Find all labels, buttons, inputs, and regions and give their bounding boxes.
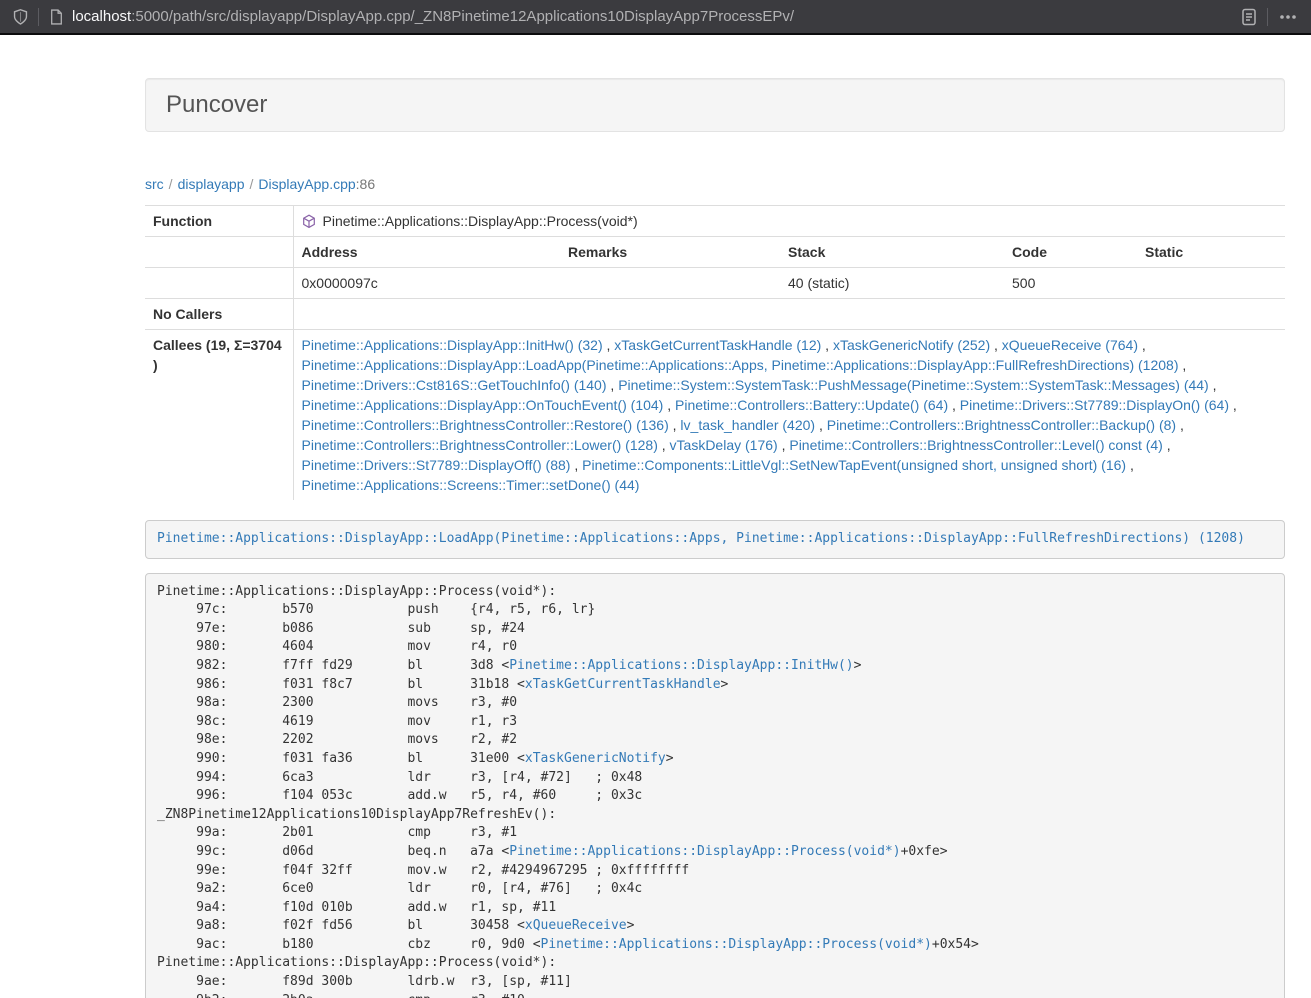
column-header-remarks: Remarks bbox=[560, 237, 780, 268]
empty-cell bbox=[145, 237, 293, 268]
stats-row: 0x0000097c 40 (static)500 bbox=[145, 268, 1285, 299]
callee-separator: , bbox=[570, 457, 582, 473]
stat-code: 500 bbox=[1004, 268, 1137, 299]
stat-remarks bbox=[560, 268, 780, 299]
callee-separator: , bbox=[990, 337, 1002, 353]
stat-static bbox=[1137, 268, 1285, 299]
callee-link[interactable]: Pinetime::Controllers::BrightnessControl… bbox=[789, 437, 1162, 453]
column-header-address: Address bbox=[293, 237, 560, 268]
column-header-static: Static bbox=[1137, 237, 1285, 268]
code-symbol-link[interactable]: xTaskGetCurrentTaskHandle bbox=[525, 677, 721, 692]
callee-link[interactable]: Pinetime::Applications::Screens::Timer::… bbox=[302, 477, 640, 493]
code-symbol-link[interactable]: Pinetime::Applications::DisplayApp::Proc… bbox=[541, 937, 932, 952]
symbol-cube-icon bbox=[302, 214, 316, 229]
url-path: :5000/path/src/displayapp/DisplayApp.cpp… bbox=[131, 8, 794, 25]
line-number: :86 bbox=[356, 176, 375, 192]
callee-separator: , bbox=[778, 437, 790, 453]
callee-link[interactable]: Pinetime::Drivers::St7789::DisplayOn() (… bbox=[960, 397, 1229, 413]
breadcrumb: src/displayapp/DisplayApp.cpp:86 bbox=[145, 174, 1285, 194]
function-label: Function bbox=[145, 206, 293, 237]
callee-separator: , bbox=[658, 437, 670, 453]
code-symbol-link[interactable]: xQueueReceive bbox=[525, 918, 627, 933]
breadcrumb-item-file[interactable]: DisplayApp.cpp bbox=[258, 176, 355, 192]
stat-stack: 40 (static) bbox=[780, 268, 1004, 299]
callee-separator: , bbox=[663, 397, 675, 413]
reader-mode-icon[interactable] bbox=[1240, 7, 1258, 27]
callee-link[interactable]: Pinetime::Drivers::St7789::DisplayOff() … bbox=[302, 457, 571, 473]
callee-link[interactable]: Pinetime::Drivers::Cst816S::GetTouchInfo… bbox=[302, 377, 607, 393]
page-icon bbox=[50, 9, 63, 25]
callee-link[interactable]: xQueueReceive (764) bbox=[1002, 337, 1138, 353]
callee-link[interactable]: lv_task_handler (420) bbox=[680, 417, 815, 433]
callee-link[interactable]: xTaskGetCurrentTaskHandle (12) bbox=[614, 337, 821, 353]
callee-link[interactable]: Pinetime::Controllers::BrightnessControl… bbox=[302, 437, 658, 453]
no-callers-row: No Callers bbox=[145, 299, 1285, 330]
callee-separator: , bbox=[669, 417, 681, 433]
code-symbol-link[interactable]: Pinetime::Applications::DisplayApp::Proc… bbox=[509, 844, 900, 859]
ellipsis-menu-icon[interactable] bbox=[1277, 8, 1299, 26]
callee-link[interactable]: Pinetime::Applications::DisplayApp::Init… bbox=[302, 337, 603, 353]
callee-separator: , bbox=[603, 337, 615, 353]
callee-separator: , bbox=[815, 417, 827, 433]
column-header-code: Code bbox=[1004, 237, 1137, 268]
callee-link[interactable]: vTaskDelay (176) bbox=[670, 437, 778, 453]
callee-separator: , bbox=[948, 397, 960, 413]
app-header-panel: Puncover bbox=[145, 78, 1285, 132]
callee-link[interactable]: Pinetime::System::SystemTask::PushMessag… bbox=[618, 377, 1209, 393]
breadcrumb-item-displayapp[interactable]: displayapp bbox=[178, 176, 245, 192]
callee-separator: , bbox=[1176, 417, 1184, 433]
callees-label: Callees (19, Σ=3704 ) bbox=[145, 330, 293, 501]
callee-link[interactable]: Pinetime::Controllers::BrightnessControl… bbox=[827, 417, 1176, 433]
callee-link[interactable]: Pinetime::Applications::DisplayApp::OnTo… bbox=[302, 397, 664, 413]
callee-link[interactable]: xTaskGenericNotify (252) bbox=[833, 337, 990, 353]
empty-cell bbox=[145, 268, 293, 299]
browser-toolbar: localhost:5000/path/src/displayapp/Displ… bbox=[0, 0, 1311, 35]
callee-separator: , bbox=[1126, 457, 1134, 473]
url-text: localhost:5000/path/src/displayapp/Displ… bbox=[72, 8, 794, 25]
url-hostname: localhost bbox=[72, 8, 131, 25]
callee-link[interactable]: Pinetime::Components::LittleVgl::SetNewT… bbox=[582, 457, 1126, 473]
callees-list: Pinetime::Applications::DisplayApp::Init… bbox=[293, 330, 1285, 501]
callee-separator: , bbox=[1178, 357, 1186, 373]
disassembly-block: Pinetime::Applications::DisplayApp::Proc… bbox=[145, 573, 1285, 998]
callee-link[interactable]: Pinetime::Applications::DisplayApp::Load… bbox=[302, 357, 1179, 373]
loadapp-symbol-link[interactable]: Pinetime::Applications::DisplayApp::Load… bbox=[157, 531, 1245, 546]
function-name: Pinetime::Applications::DisplayApp::Proc… bbox=[323, 211, 638, 231]
breadcrumb-separator: / bbox=[169, 176, 173, 192]
callee-separator: , bbox=[821, 337, 833, 353]
callee-separator: , bbox=[1138, 337, 1146, 353]
callee-separator: , bbox=[1229, 397, 1237, 413]
callee-separator: , bbox=[1163, 437, 1171, 453]
column-header-stack: Stack bbox=[780, 237, 1004, 268]
symbol-highlight-box: Pinetime::Applications::DisplayApp::Load… bbox=[145, 520, 1285, 559]
callees-row: Callees (19, Σ=3704 ) Pinetime::Applicat… bbox=[145, 330, 1285, 501]
toolbar-divider bbox=[38, 8, 39, 26]
page-content: Puncover src/displayapp/DisplayApp.cpp:8… bbox=[145, 78, 1285, 998]
stat-address: 0x0000097c bbox=[293, 268, 560, 299]
address-bar[interactable]: localhost:5000/path/src/displayapp/Displ… bbox=[48, 8, 1240, 25]
no-callers-label: No Callers bbox=[145, 299, 293, 330]
code-symbol-link[interactable]: xTaskGenericNotify bbox=[525, 751, 666, 766]
breadcrumb-separator: / bbox=[250, 176, 254, 192]
shield-icon[interactable] bbox=[12, 8, 29, 26]
code-symbol-link[interactable]: Pinetime::Applications::DisplayApp::Init… bbox=[509, 658, 853, 673]
callee-separator: , bbox=[1209, 377, 1217, 393]
breadcrumb-item-src[interactable]: src bbox=[145, 176, 164, 192]
callee-link[interactable]: Pinetime::Controllers::BrightnessControl… bbox=[302, 417, 669, 433]
function-row: Function Pinetime::Applications::Display… bbox=[145, 206, 1285, 237]
page-title: Puncover bbox=[166, 91, 267, 118]
function-table: Function Pinetime::Applications::Display… bbox=[145, 205, 1285, 500]
inner-header-row: AddressRemarksStackCodeStatic bbox=[145, 237, 1285, 268]
toolbar-divider bbox=[1267, 8, 1268, 26]
callee-separator: , bbox=[607, 377, 619, 393]
callee-link[interactable]: Pinetime::Controllers::Battery::Update()… bbox=[675, 397, 948, 413]
